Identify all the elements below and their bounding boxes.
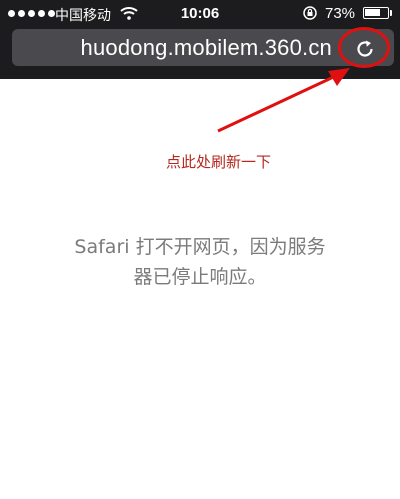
error-message-line-1: Safari 打不开网页，因为服务: [74, 236, 326, 258]
battery-percentage: 73%: [325, 5, 356, 22]
error-message-line-2: 器已停止响应。: [133, 266, 267, 288]
battery-fill: [365, 9, 380, 16]
error-message: Safari 打不开网页，因为服务 器已停止响应。: [40, 232, 360, 292]
status-bar: 中国移动 10:06 73%: [0, 0, 400, 28]
battery-icon: [363, 7, 389, 19]
annotation-arrow-icon: [217, 68, 350, 133]
battery-tip: [390, 10, 392, 16]
rotation-lock-icon: [303, 6, 317, 20]
annotation-note: 点此处刷新一下: [166, 153, 272, 171]
